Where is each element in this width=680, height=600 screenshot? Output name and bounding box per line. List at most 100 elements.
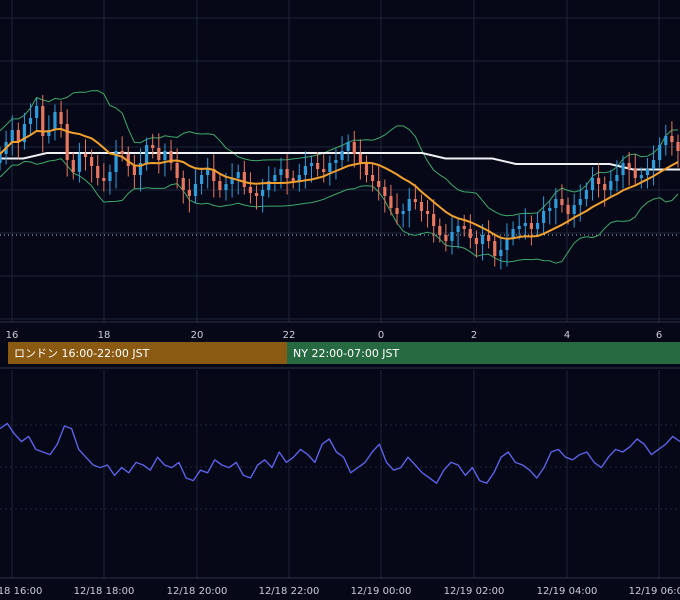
candle-down <box>596 178 601 184</box>
candle-up <box>535 223 540 229</box>
candle-down <box>676 142 680 151</box>
candle-up <box>664 136 668 145</box>
candle-up <box>554 199 558 208</box>
candle-down <box>151 145 155 148</box>
candle-down <box>322 169 326 172</box>
candle-down <box>316 163 320 169</box>
candle-down <box>670 136 674 142</box>
candle-up <box>206 169 210 175</box>
candle-up <box>511 229 515 238</box>
candle-up <box>517 226 521 229</box>
candle-up <box>590 178 595 190</box>
candle-down <box>462 226 466 229</box>
candle-up <box>456 226 460 232</box>
candle-down <box>627 163 631 169</box>
candle-up <box>499 250 503 256</box>
candle-up <box>407 199 411 211</box>
candle-up <box>572 205 576 214</box>
candle-down <box>59 112 63 124</box>
candle-down <box>71 160 75 172</box>
date-tick-label: 12/19 06:00 <box>629 586 680 597</box>
candle-down <box>358 154 362 163</box>
candle-up <box>35 106 39 118</box>
x-tick-label: 2 <box>471 330 477 341</box>
date-tick-label: 12/18 16:00 <box>0 586 42 597</box>
candle-up <box>77 154 82 172</box>
candle-up <box>108 172 112 181</box>
candle-up <box>279 169 283 175</box>
candle-up <box>609 181 613 190</box>
candle-up <box>523 223 527 226</box>
session-label-london: ロンドン 16:00-22:00 JST <box>14 347 150 360</box>
candle-up <box>340 151 344 160</box>
candle-up <box>584 190 588 199</box>
candle-down <box>395 208 399 214</box>
candle-down <box>444 235 448 241</box>
candle-down <box>383 187 387 196</box>
candle-down <box>468 229 472 238</box>
candle-down <box>493 241 497 256</box>
candle-up <box>334 160 338 163</box>
candle-down <box>364 163 369 175</box>
candle-down <box>389 196 393 208</box>
candle-down <box>425 211 430 214</box>
candle-down <box>96 166 100 178</box>
candle-up <box>346 142 350 151</box>
candle-up <box>615 175 619 181</box>
candle-down <box>560 199 564 205</box>
candle-up <box>450 232 454 241</box>
candle-down <box>529 223 534 229</box>
candle-down <box>352 142 356 154</box>
date-tick-label: 12/19 04:00 <box>537 586 598 597</box>
candle-up <box>578 199 582 205</box>
candle-up <box>401 211 405 214</box>
candle-down <box>438 226 442 235</box>
x-tick-label: 16 <box>6 330 19 341</box>
candle-down <box>187 190 191 196</box>
candle-down <box>102 178 106 181</box>
candle-down <box>218 181 222 190</box>
session-label-ny: NY 22:00-07:00 JST <box>293 347 400 360</box>
x-tick-label: 6 <box>656 330 662 341</box>
candle-down <box>603 184 607 190</box>
candle-up <box>309 163 314 166</box>
date-tick-label: 12/19 00:00 <box>351 586 412 597</box>
candle-down <box>65 124 69 160</box>
x-tick-label: 18 <box>98 330 111 341</box>
candle-down <box>248 187 253 193</box>
candle-up <box>261 190 265 196</box>
candle-up <box>28 118 33 124</box>
candle-down <box>370 175 375 181</box>
candle-down <box>132 166 136 175</box>
date-tick-label: 12/19 02:00 <box>444 586 505 597</box>
candle-up <box>480 235 485 244</box>
candle-down <box>432 214 436 226</box>
candle-down <box>419 202 424 211</box>
candle-up <box>328 163 332 172</box>
candle-up <box>651 160 656 169</box>
candle-down <box>487 235 491 241</box>
candle-up <box>273 175 277 181</box>
candle-up <box>542 211 546 223</box>
candle-up <box>10 130 14 142</box>
candle-up <box>303 166 308 175</box>
candle-down <box>291 178 295 181</box>
candle-down <box>254 193 259 196</box>
candle-up <box>224 184 228 190</box>
x-tick-label: 4 <box>564 330 570 341</box>
candle-up <box>53 112 57 130</box>
candle-up <box>548 208 552 211</box>
date-tick-label: 12/18 18:00 <box>74 586 135 597</box>
candle-up <box>0 154 2 163</box>
candle-up <box>505 238 509 250</box>
candle-down <box>175 163 179 178</box>
candle-up <box>621 163 625 175</box>
chart-background <box>0 0 680 600</box>
candle-up <box>658 145 662 160</box>
candle-up <box>645 169 650 175</box>
candle-down <box>377 181 381 187</box>
candle-down <box>157 148 161 160</box>
x-tick-label: 0 <box>378 330 384 341</box>
candle-up <box>144 145 149 163</box>
candle-up <box>193 184 198 196</box>
